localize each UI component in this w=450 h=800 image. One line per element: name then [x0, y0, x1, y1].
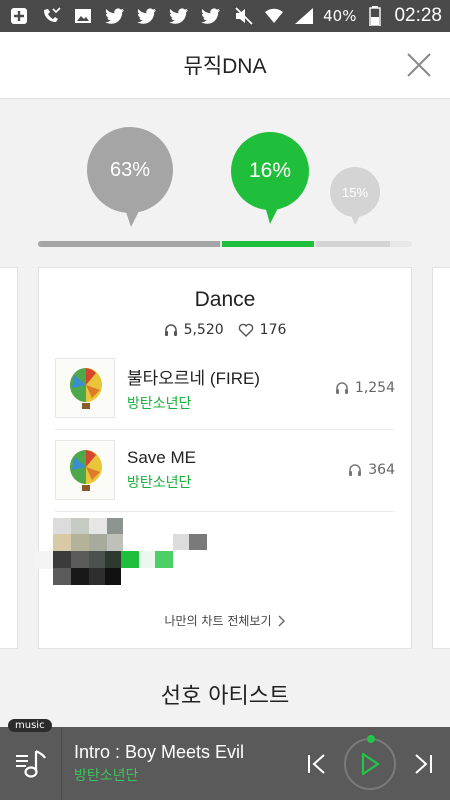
plus-box-icon [8, 7, 30, 25]
header: 뮤직DNA [0, 32, 450, 99]
dna-bubble-1[interactable]: 63% [87, 127, 173, 227]
likes-stat[interactable]: 176 [238, 322, 287, 338]
next-button[interactable] [406, 747, 440, 781]
progress-dot [367, 734, 375, 743]
chevron-right-icon [278, 615, 285, 626]
track-title: 불타오르네 (FIRE) [127, 368, 260, 388]
battery-icon [364, 6, 386, 26]
previous-button[interactable] [300, 747, 334, 781]
plays-count: 5,520 [183, 322, 224, 338]
track-row[interactable]: Save ME 방탄소년단 364 [55, 430, 395, 510]
track-artist[interactable]: 방탄소년단 [127, 472, 348, 492]
headphones-icon [349, 464, 362, 476]
twitter-icon [168, 7, 190, 25]
progress-segment-3 [316, 241, 390, 247]
close-icon [407, 53, 431, 77]
track-artist[interactable]: 방탄소년단 [127, 393, 335, 413]
progress-segment-2 [222, 241, 315, 247]
track-title: Save ME [127, 448, 196, 467]
dna-bubble-1-label: 63% [109, 158, 151, 181]
music-tag: music [8, 719, 52, 732]
mute-icon [233, 7, 255, 25]
track-play-count: 364 [368, 462, 395, 478]
pixelated-content [35, 518, 413, 598]
clock: 02:28 [394, 5, 442, 26]
twitter-icon [104, 7, 126, 25]
page-title: 뮤직DNA [183, 55, 267, 78]
image-icon [72, 7, 94, 25]
genre-card: Dance 5,520 176 불타오르네 (FIRE) 방탄소년단 1,254… [35, 267, 413, 649]
playlist-button[interactable] [0, 727, 62, 800]
notification-icons [8, 7, 222, 25]
play-button[interactable] [344, 734, 396, 790]
mini-player: Intro : Boy Meets Evil 방탄소년단 [0, 727, 450, 800]
dna-bubble-2[interactable]: 16% [231, 132, 309, 224]
view-full-chart-label: 나만의 차트 전체보기 [164, 614, 272, 628]
dna-progress-bar [38, 241, 412, 247]
skip-next-icon [415, 753, 432, 774]
heart-icon [238, 323, 253, 337]
battery-percent: 40% [323, 7, 357, 25]
headphones-icon [164, 324, 177, 336]
skip-previous-icon [308, 753, 325, 774]
view-full-chart-link[interactable]: 나만의 차트 전체보기 [39, 612, 411, 629]
album-art [55, 358, 115, 418]
plays-stat: 5,520 [164, 322, 224, 338]
prev-genre-card[interactable] [0, 267, 18, 649]
signal-icon [293, 7, 315, 25]
genre-title: Dance [194, 288, 256, 311]
next-genre-card[interactable] [432, 267, 450, 649]
dna-bubble-3-label: 15% [341, 184, 369, 200]
track-plays: 364 [348, 462, 395, 478]
now-playing-title: Intro : Boy Meets Evil [74, 742, 245, 762]
dna-bubble-3[interactable]: 15% [330, 167, 380, 225]
now-playing-artist: 방탄소년단 [74, 768, 139, 784]
section-title: 선호 아티스트 [160, 684, 290, 709]
progress-segment-4 [391, 241, 412, 247]
track-row[interactable]: 불타오르네 (FIRE) 방탄소년단 1,254 [55, 348, 395, 428]
twitter-icon [136, 7, 158, 25]
divider [55, 511, 395, 512]
music-dna-graph: 63% 16% 15% [0, 99, 450, 259]
genre-stats: 5,520 176 [39, 322, 411, 338]
now-playing-info[interactable]: Intro : Boy Meets Evil 방탄소년단 [74, 742, 300, 785]
system-status: 40% 02:28 [233, 5, 442, 27]
progress-segment-1 [38, 241, 221, 247]
album-art [55, 440, 115, 500]
wifi-icon [263, 7, 285, 25]
playlist-note-icon [15, 749, 46, 778]
headphones-icon [335, 382, 348, 394]
missed-call-icon [40, 7, 62, 25]
close-button[interactable] [404, 50, 434, 80]
play-icon [361, 752, 380, 775]
dna-bubble-2-label: 16% [248, 159, 292, 182]
twitter-icon [200, 7, 222, 25]
likes-count: 176 [259, 322, 287, 338]
track-plays: 1,254 [335, 380, 395, 396]
track-play-count: 1,254 [354, 380, 395, 396]
status-bar: 40% 02:28 [0, 0, 450, 32]
